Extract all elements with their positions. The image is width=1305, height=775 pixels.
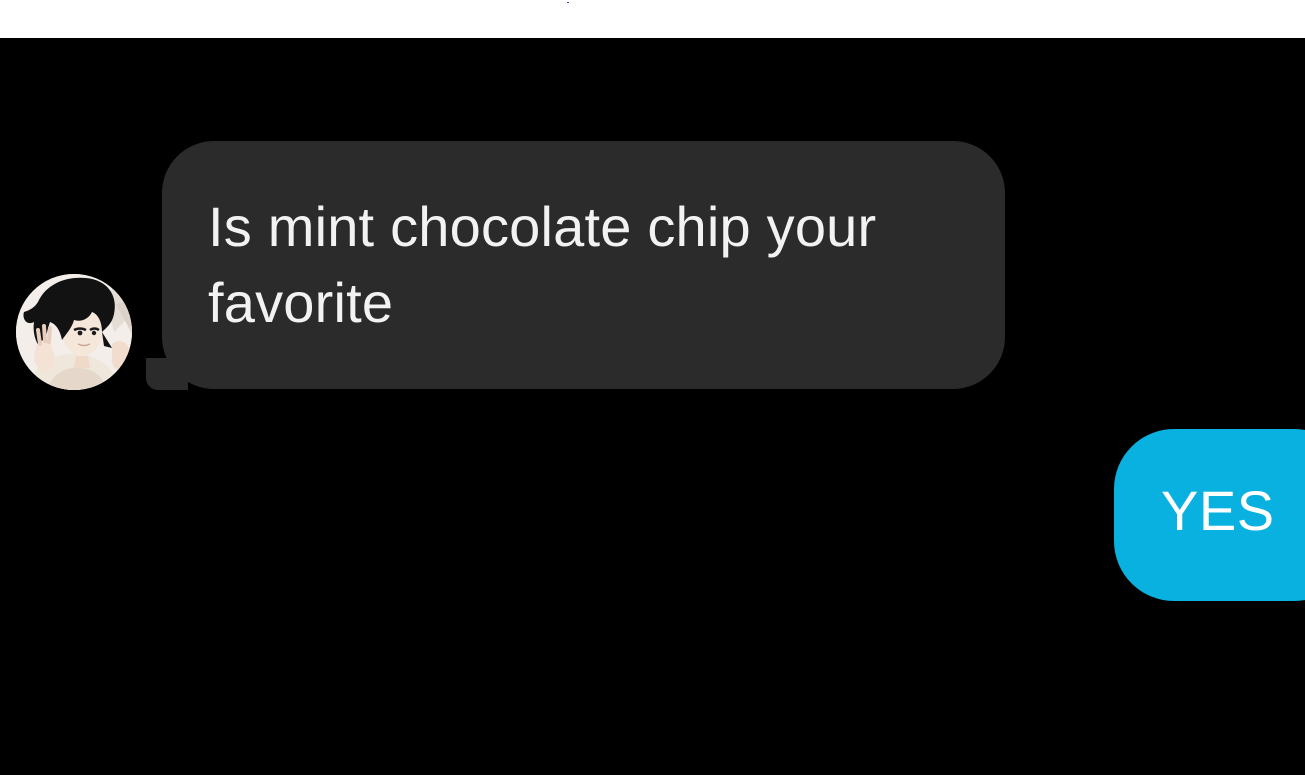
incoming-message-bubble[interactable]: Is mint chocolate chip your favorite <box>162 141 1005 389</box>
outgoing-message-bubble[interactable]: YES <box>1114 429 1305 601</box>
anime-character-avatar-icon[interactable] <box>16 274 132 390</box>
top-marker <box>567 2 569 3</box>
chat-thread[interactable]: Is mint chocolate chip your favorite YES <box>0 38 1305 775</box>
incoming-message-text: Is mint chocolate chip your favorite <box>208 195 877 334</box>
top-strip <box>0 0 1305 38</box>
outgoing-message-text: YES <box>1161 479 1275 542</box>
